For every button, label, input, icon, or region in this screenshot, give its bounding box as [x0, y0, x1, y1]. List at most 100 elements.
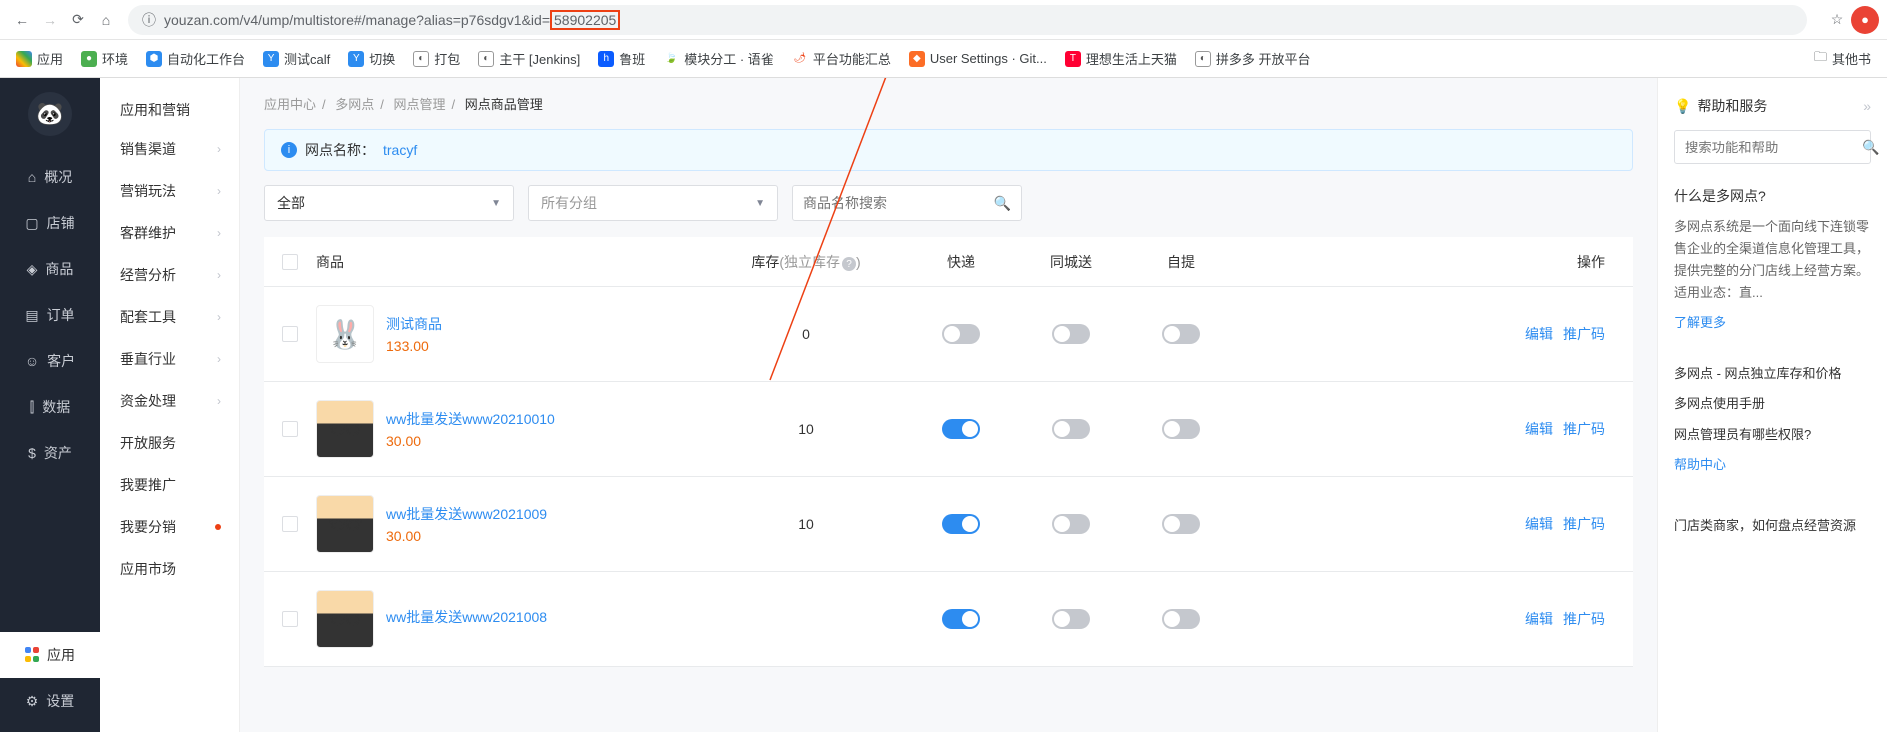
submenu-item[interactable]: 我要分销: [100, 506, 239, 548]
product-title-link[interactable]: ww批量发送www20210010: [386, 409, 555, 429]
app-logo[interactable]: 🐼: [28, 92, 72, 136]
search-icon[interactable]: 🔍: [994, 195, 1011, 212]
bookmark-item[interactable]: 🍃模块分工 · 语雀: [657, 45, 780, 72]
edit-link[interactable]: 编辑: [1525, 421, 1553, 437]
submenu-item[interactable]: 配套工具›: [100, 296, 239, 338]
submenu-title: 应用和营销: [100, 92, 239, 128]
back-icon[interactable]: ←: [8, 6, 36, 34]
bookmark-item[interactable]: ◐主干 [Jenkins]: [472, 45, 586, 72]
row-checkbox[interactable]: [282, 421, 298, 437]
submenu-item[interactable]: 销售渠道›: [100, 128, 239, 170]
bookmark-item[interactable]: h鲁班: [592, 45, 651, 72]
rail-data[interactable]: ⫿数据: [0, 384, 100, 430]
url-highlight: 58902205: [550, 10, 620, 30]
toggle-express[interactable]: [942, 609, 980, 629]
promo-link[interactable]: 推广码: [1563, 516, 1605, 532]
bookmark-item[interactable]: ●环境: [75, 45, 134, 72]
help-center-link[interactable]: 帮助中心: [1674, 454, 1871, 473]
product-title-link[interactable]: 测试商品: [386, 314, 442, 334]
help-link[interactable]: 多网点使用手册: [1674, 393, 1871, 415]
toggle-city[interactable]: [1052, 324, 1090, 344]
toggle-express[interactable]: [942, 514, 980, 534]
other-bookmarks[interactable]: 🗀其他书: [1808, 44, 1877, 74]
main-content: 应用中心/ 多网点/ 网点管理/ 网点商品管理 i 网点名称： tracyf 全…: [240, 78, 1657, 732]
submenu-item[interactable]: 资金处理›: [100, 380, 239, 422]
bookmark-item[interactable]: ◐拼多多 开放平台: [1189, 45, 1317, 72]
toggle-express[interactable]: [942, 324, 980, 344]
help-link[interactable]: 多网点 - 网点独立库存和价格: [1674, 363, 1871, 385]
bookmark-item[interactable]: T理想生活上天猫: [1059, 45, 1183, 72]
promo-link[interactable]: 推广码: [1563, 326, 1605, 342]
promo-link[interactable]: 推广码: [1563, 421, 1605, 437]
rail-orders[interactable]: ▤订单: [0, 292, 100, 338]
toggle-city[interactable]: [1052, 609, 1090, 629]
toggle-pickup[interactable]: [1162, 324, 1200, 344]
bookmark-item[interactable]: ◐打包: [407, 45, 466, 72]
apps-shortcut[interactable]: 应用: [10, 45, 69, 72]
store-name-link[interactable]: tracyf: [383, 142, 417, 158]
rail-customers[interactable]: ☺客户: [0, 338, 100, 384]
bookmark-item[interactable]: 🌶平台功能汇总: [786, 45, 897, 72]
rail-assets[interactable]: $资产: [0, 430, 100, 476]
submenu-item[interactable]: 客群维护›: [100, 212, 239, 254]
toggle-pickup[interactable]: [1162, 514, 1200, 534]
bookmark-item[interactable]: Y切换: [342, 45, 401, 72]
learn-more-link[interactable]: 了解更多: [1674, 312, 1871, 331]
bookmark-star-icon[interactable]: ☆: [1823, 6, 1851, 34]
rail-shop[interactable]: ▢店铺: [0, 200, 100, 246]
edit-link[interactable]: 编辑: [1525, 611, 1553, 627]
product-title-link[interactable]: ww批量发送www2021009: [386, 504, 547, 524]
help-link[interactable]: 网点管理员有哪些权限?: [1674, 424, 1871, 446]
bookmark-item[interactable]: ⬢自动化工作台: [140, 45, 251, 72]
th-product: 商品: [316, 252, 706, 272]
toggle-city[interactable]: [1052, 514, 1090, 534]
row-checkbox[interactable]: [282, 326, 298, 342]
info-banner: i 网点名称： tracyf: [264, 129, 1633, 171]
filter-group-select[interactable]: 所有分组▼: [528, 185, 778, 221]
crumb-item[interactable]: 应用中心: [264, 97, 316, 112]
product-search[interactable]: 🔍: [792, 185, 1022, 221]
edit-link[interactable]: 编辑: [1525, 516, 1553, 532]
toggle-city[interactable]: [1052, 419, 1090, 439]
forward-icon[interactable]: →: [36, 6, 64, 34]
info-icon: ⓘ: [142, 10, 156, 30]
help-icon[interactable]: ?: [842, 257, 856, 271]
customers-icon: ☺: [25, 353, 39, 369]
promo-link[interactable]: 推广码: [1563, 611, 1605, 627]
product-title-link[interactable]: ww批量发送www2021008: [386, 607, 547, 627]
rail-apps[interactable]: 应用: [0, 632, 100, 678]
submenu-item[interactable]: 我要推广: [100, 464, 239, 506]
search-icon[interactable]: 🔍: [1862, 139, 1879, 156]
profile-avatar[interactable]: ●: [1851, 6, 1879, 34]
submenu-item[interactable]: 经营分析›: [100, 254, 239, 296]
toggle-express[interactable]: [942, 419, 980, 439]
rail-goods[interactable]: ◈商品: [0, 246, 100, 292]
select-all-checkbox[interactable]: [282, 254, 298, 270]
help-search[interactable]: 🔍: [1674, 130, 1871, 164]
edit-link[interactable]: 编辑: [1525, 326, 1553, 342]
chevron-down-icon: ▼: [491, 198, 501, 209]
search-input[interactable]: [803, 195, 994, 211]
home-icon[interactable]: ⌂: [92, 6, 120, 34]
rail-settings[interactable]: ⚙设置: [0, 678, 100, 724]
row-checkbox[interactable]: [282, 611, 298, 627]
submenu-item[interactable]: 应用市场: [100, 548, 239, 590]
help-search-input[interactable]: [1685, 140, 1862, 155]
crumb-item[interactable]: 多网点: [335, 97, 374, 112]
toggle-pickup[interactable]: [1162, 419, 1200, 439]
address-bar[interactable]: ⓘ youzan.com/v4/ump/multistore#/manage?a…: [128, 5, 1807, 35]
row-checkbox[interactable]: [282, 516, 298, 532]
submenu-item[interactable]: 垂直行业›: [100, 338, 239, 380]
products-table: 商品 库存(独立库存?) 快递 同城送 自提 操作 🐰测试商品133.000编辑…: [264, 237, 1633, 667]
submenu-item[interactable]: 开放服务: [100, 422, 239, 464]
filter-all-select[interactable]: 全部▼: [264, 185, 514, 221]
rail-overview[interactable]: ⌂概况: [0, 154, 100, 200]
crumb-item[interactable]: 网点管理: [394, 97, 446, 112]
toggle-pickup[interactable]: [1162, 609, 1200, 629]
submenu-item[interactable]: 营销玩法›: [100, 170, 239, 212]
bookmark-item[interactable]: Y测试calf: [257, 45, 336, 72]
bookmark-item[interactable]: ◆User Settings · Git...: [903, 47, 1053, 71]
expand-icon[interactable]: »: [1863, 98, 1871, 114]
reload-icon[interactable]: ⟳: [64, 6, 92, 34]
table-row: 🕶ww批量发送www202100930.0010编辑推广码: [264, 477, 1633, 572]
